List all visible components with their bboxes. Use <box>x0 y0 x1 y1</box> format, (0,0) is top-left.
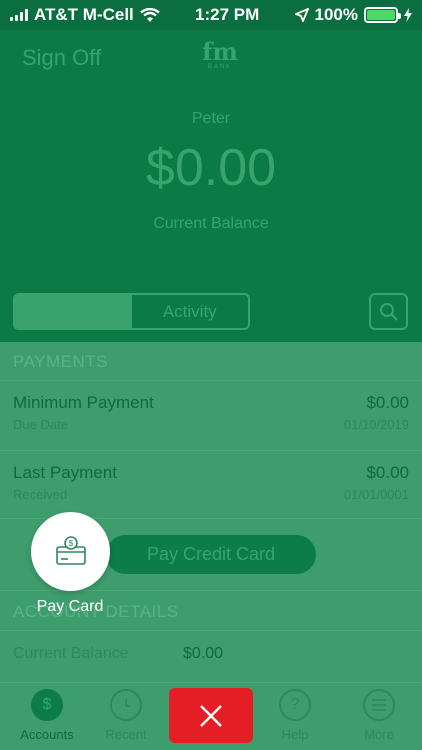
pay-card-label: Pay Card <box>36 598 104 615</box>
payments-section-title: PAYMENTS <box>13 352 108 371</box>
row-amount: $0.00 <box>366 463 409 482</box>
detail-label: Current Balance <box>13 645 129 662</box>
wifi-icon <box>140 7 160 22</box>
tab-label: Recent <box>105 727 147 742</box>
status-left: AT&T M-Cell <box>10 5 160 25</box>
app-screen: AT&T M-Cell 1:27 PM 100% Sign Off fm BAN… <box>0 0 422 750</box>
logo-mark: fm <box>202 37 238 66</box>
status-bar: AT&T M-Cell 1:27 PM 100% <box>0 0 422 30</box>
charging-bolt-icon <box>404 8 412 22</box>
menu-icon <box>363 689 395 721</box>
tab-label: Help <box>281 727 309 742</box>
row-amount: $0.00 <box>366 393 409 412</box>
user-name: Peter <box>191 110 231 127</box>
tab-more[interactable]: More <box>337 683 421 750</box>
sign-off-button[interactable]: Sign Off <box>22 45 101 71</box>
tab-label: More <box>364 727 394 742</box>
question-icon: ? <box>279 689 311 721</box>
row-subtitle: Due Date <box>13 417 68 432</box>
row-date: 01/01/0001 <box>343 487 409 502</box>
row-subtitle: Received <box>13 487 68 502</box>
close-menu-button[interactable] <box>169 688 253 743</box>
battery-percent: 100% <box>314 5 358 24</box>
row-title: Last Payment <box>13 463 117 482</box>
balance-label: Current Balance <box>153 215 269 232</box>
segment-summary[interactable] <box>15 295 132 328</box>
row-title: Minimum Payment <box>13 393 154 412</box>
close-icon <box>200 704 222 727</box>
detail-value: $0.00 <box>183 645 224 662</box>
row-date: 01/10/2019 <box>343 417 409 432</box>
tab-recent[interactable]: Recent <box>84 683 168 750</box>
last-payment-row[interactable]: Last Payment Received $0.00 01/01/0001 <box>0 450 422 518</box>
status-right: 100% <box>294 5 412 25</box>
tab-label: Accounts <box>20 727 74 742</box>
tab-help[interactable]: ? Help <box>253 683 337 750</box>
clock-icon <box>110 689 142 721</box>
signal-icon <box>10 9 28 21</box>
bank-logo: fm BANK <box>200 40 240 72</box>
card-payment-icon: $ <box>55 535 86 565</box>
location-arrow-icon <box>294 8 309 22</box>
carrier-label: AT&T M-Cell <box>34 5 134 24</box>
divider <box>0 630 422 631</box>
segmented-control: Activity <box>13 293 250 330</box>
pay-card-action-button[interactable]: $ <box>31 512 110 591</box>
balance-amount: $0.00 <box>145 139 277 197</box>
svg-text:$: $ <box>68 539 73 548</box>
battery-icon <box>364 7 401 23</box>
clock: 1:27 PM <box>195 5 260 24</box>
pay-credit-card-button[interactable]: Pay Credit Card <box>106 535 316 574</box>
segment-activity[interactable]: Activity <box>132 295 249 328</box>
search-button[interactable] <box>369 293 408 330</box>
minimum-payment-row[interactable]: Minimum Payment Due Date $0.00 01/10/201… <box>0 380 422 448</box>
search-icon <box>379 302 398 321</box>
tab-accounts[interactable]: $ Accounts <box>5 683 89 750</box>
account-header: Sign Off fm BANK Peter $0.00 Current Bal… <box>0 30 422 342</box>
dollar-icon: $ <box>31 689 63 721</box>
